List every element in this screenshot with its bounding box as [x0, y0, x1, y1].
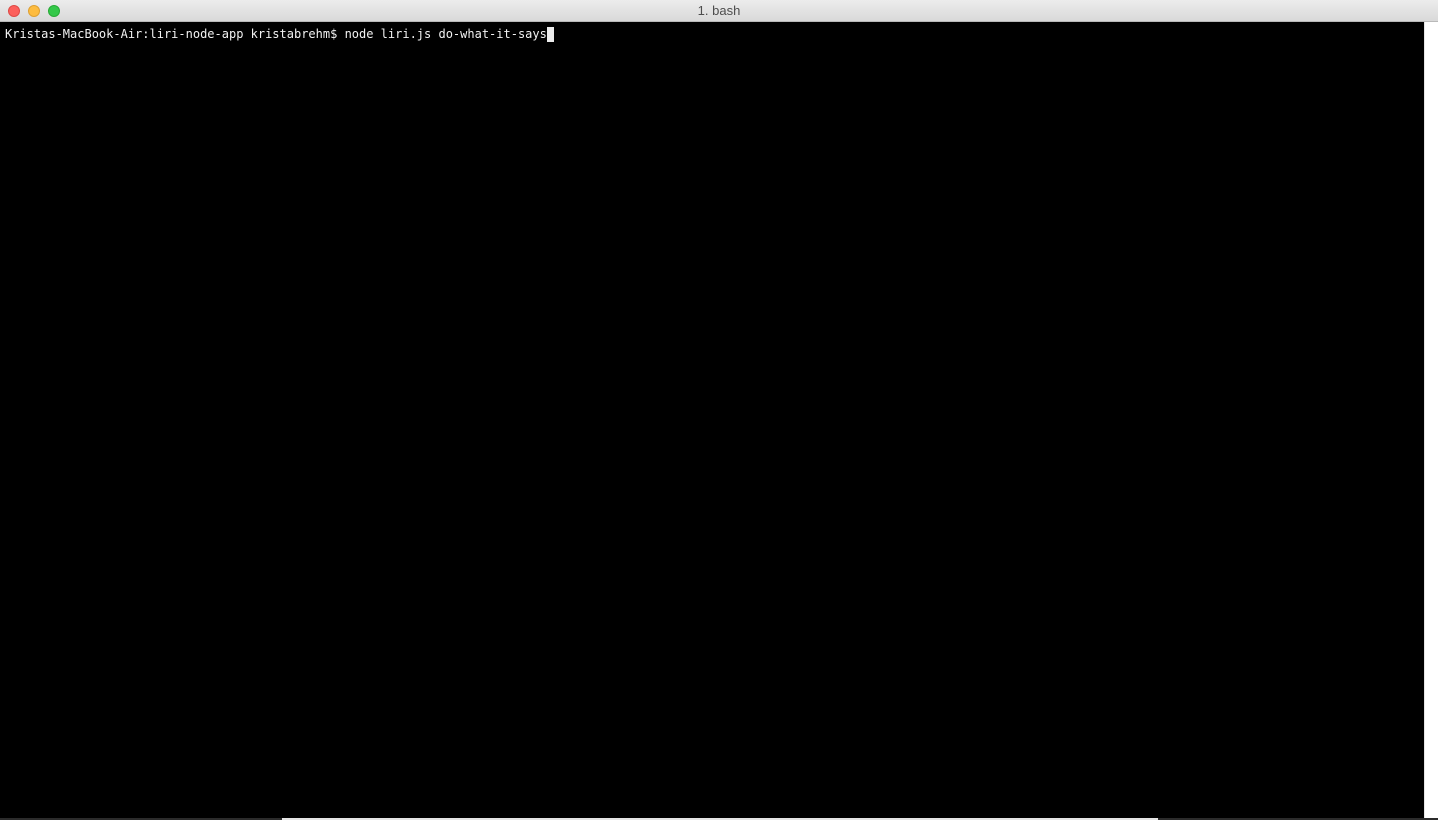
scrollbar-track[interactable]	[1424, 22, 1438, 820]
terminal-content[interactable]: Kristas-MacBook-Air:liri-node-app krista…	[0, 22, 1424, 818]
terminal-window: 1. bash Kristas-MacBook-Air:liri-node-ap…	[0, 0, 1438, 820]
text-cursor	[546, 27, 554, 42]
window-title: 1. bash	[697, 3, 741, 18]
command-text: node liri.js do-what-it-says	[344, 27, 547, 41]
shell-prompt: Kristas-MacBook-Air:liri-node-app krista…	[5, 27, 345, 41]
title-bar[interactable]: 1. bash	[0, 0, 1438, 22]
command-line: Kristas-MacBook-Air:liri-node-app krista…	[5, 27, 554, 42]
